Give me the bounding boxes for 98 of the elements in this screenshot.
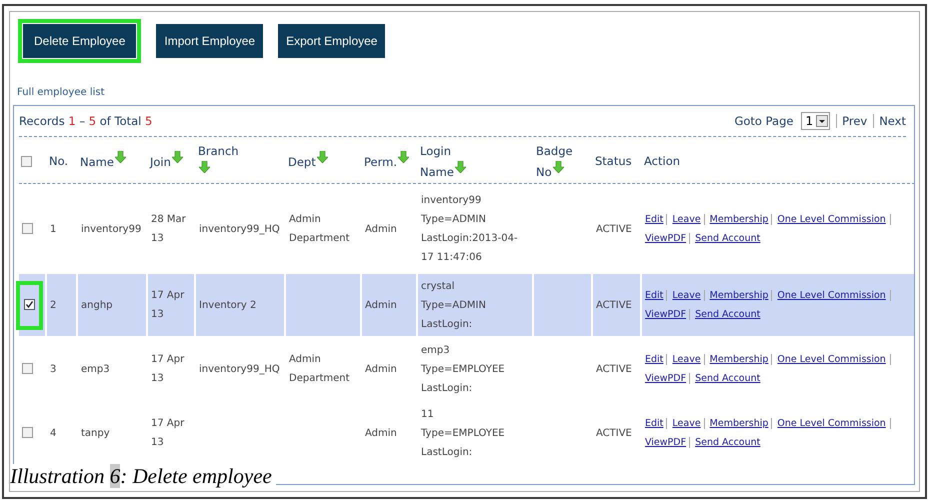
action-link[interactable]: Membership	[704, 290, 768, 301]
login-detail: LastLogin:2013-04-17 11:47:06	[421, 232, 519, 265]
table-cell-text: ACTIVE	[596, 362, 632, 376]
table-cell-text: ACTIVE	[596, 298, 632, 312]
action-link[interactable]: Edit	[645, 354, 664, 365]
toolbar-button[interactable]: Import Employee	[156, 24, 264, 58]
action-link[interactable]: Send Account	[689, 309, 760, 320]
table-row[interactable]: 1 inventory99 28 Mar 13 inventory99_HQ Admin Department Admin inventory99 Type=ADMIN LastLogin:2013-04-17 11:47:06 ACTIVE Edit Leave Membership One Level Commission ViewPDF Send Account	[19, 186, 914, 272]
sort-arrow-icon	[552, 160, 564, 172]
action-link[interactable]: One Level Commission	[771, 418, 886, 429]
records-summary: Records 1 – 5 of Total 5	[19, 114, 152, 128]
table-cell-text: Admin	[365, 298, 397, 312]
action-link[interactable]: One Level Commission	[771, 214, 886, 225]
table-cell-text: inventory99_HQ	[199, 362, 280, 376]
table-cell-text: 17 Apr 13	[151, 353, 186, 386]
table-cell-text: 4	[50, 426, 56, 440]
action-link[interactable]: ViewPDF	[645, 309, 686, 320]
sort-arrow-icon	[199, 160, 210, 172]
toolbar-button[interactable]: Delete Employee	[18, 19, 142, 63]
employee-list-link[interactable]: Full employee list	[17, 87, 105, 98]
column-header[interactable]: Login Name	[420, 140, 472, 182]
column-header[interactable]: Perm.	[364, 150, 409, 172]
sort-arrow-icon	[398, 150, 409, 162]
table-cell-text: Admin	[365, 426, 397, 440]
prev-link[interactable]: Prev	[836, 114, 868, 128]
column-header[interactable]: Badge No	[536, 140, 588, 182]
action-link[interactable]: Leave	[666, 214, 701, 225]
column-header[interactable]: Dept	[288, 150, 328, 172]
action-link[interactable]: ViewPDF	[645, 437, 686, 448]
dropdown-icon	[816, 115, 828, 127]
table-cell-text: Admin	[365, 362, 397, 376]
login-detail: inventory99	[421, 194, 482, 208]
table-row[interactable]: 4 tanpy 17 Apr 13 Admin 11 Type=EMPLOYEE LastLogin: ACTIVE Edit Leave Membership One Level Commission ViewPDF Send Account	[19, 402, 914, 464]
column-header[interactable]: Name	[80, 150, 126, 172]
table-cell-text: inventory99_HQ	[199, 222, 280, 236]
action-link[interactable]: Leave	[666, 290, 701, 301]
action-link[interactable]: ViewPDF	[645, 373, 686, 384]
row-checkbox[interactable]	[24, 299, 35, 310]
table-cell-text: emp3	[81, 362, 110, 376]
table-cell-text: 28 Mar 13	[151, 213, 187, 246]
action-link[interactable]: One Level Commission	[771, 354, 886, 365]
goto-page-label: Goto Page	[734, 114, 794, 128]
login-detail: Type=EMPLOYEE	[421, 426, 506, 440]
table-row[interactable]: 2 anghp 17 Apr 13 Inventory 2 Admin crystal Type=ADMIN LastLogin: ACTIVE Edit Leave Membership One Level Commission ViewPDF Send Account	[19, 274, 914, 336]
login-detail: 11	[421, 408, 435, 422]
login-detail: LastLogin:	[421, 382, 474, 396]
action-link[interactable]: Membership	[704, 418, 768, 429]
action-link[interactable]: ViewPDF	[645, 233, 686, 244]
action-link[interactable]: Leave	[666, 418, 701, 429]
page-select[interactable]: 1	[801, 112, 830, 130]
table-cell-text: ACTIVE	[596, 426, 632, 440]
sort-arrow-icon	[454, 160, 466, 172]
next-link[interactable]: Next	[873, 114, 906, 128]
login-detail: Type=ADMIN	[421, 213, 487, 227]
sort-arrow-icon	[316, 150, 328, 162]
table-cell-text: 2	[50, 298, 56, 312]
login-detail: LastLogin:	[421, 318, 474, 332]
login-detail: LastLogin:	[421, 446, 474, 460]
table-cell-text: 17 Apr 13	[151, 289, 186, 322]
login-detail: Type=ADMIN	[421, 298, 487, 312]
action-link[interactable]: Send Account	[689, 233, 760, 244]
table-cell-text: 17 Apr 13	[151, 417, 186, 450]
table-cell-text: 3	[50, 362, 56, 376]
action-link[interactable]: Edit	[645, 290, 664, 301]
action-link[interactable]: Edit	[645, 418, 664, 429]
table-cell-text: Admin	[365, 222, 397, 236]
table-cell-text: 1	[50, 222, 56, 236]
table-row[interactable]: 3 emp3 17 Apr 13 inventory99_HQ Admin Department Admin emp3 Type=EMPLOYEE LastLogin: ACTIVE Edit Leave Membership One Level Commission ViewPDF Send Account	[19, 338, 914, 400]
action-link[interactable]: Send Account	[689, 437, 760, 448]
column-header: Action	[644, 153, 680, 170]
table-cell-text: Admin Department	[289, 353, 351, 386]
sort-arrow-icon	[172, 150, 183, 162]
login-detail: Type=EMPLOYEE	[421, 362, 506, 376]
row-checkbox[interactable]	[22, 427, 33, 438]
login-detail: emp3	[421, 344, 451, 358]
select-all-checkbox[interactable]	[21, 156, 32, 168]
table-cell-text: Inventory 2	[199, 298, 256, 312]
action-link[interactable]: One Level Commission	[771, 290, 886, 301]
column-header[interactable]: Join	[150, 150, 183, 172]
action-link[interactable]: Leave	[666, 354, 701, 365]
column-header: No.	[49, 153, 68, 170]
column-header: Status	[595, 153, 632, 170]
action-link[interactable]: Membership	[704, 214, 768, 225]
table-cell-text: ACTIVE	[596, 222, 632, 236]
column-header[interactable]: Branch	[198, 140, 250, 182]
action-link[interactable]: Membership	[704, 354, 768, 365]
table-cell-text: tanpy	[81, 426, 110, 440]
figure-caption: Illustration 6: Delete employee	[10, 464, 276, 489]
table-cell-text: anghp	[81, 298, 112, 312]
sort-arrow-icon	[114, 150, 126, 162]
table-cell-text: inventory99	[81, 222, 142, 236]
table-cell-text: Admin Department	[289, 213, 351, 246]
row-checkbox[interactable]	[22, 363, 33, 374]
action-link[interactable]: Send Account	[689, 373, 760, 384]
action-link[interactable]: Edit	[645, 214, 664, 225]
toolbar-button[interactable]: Export Employee	[278, 24, 386, 58]
row-checkbox[interactable]	[22, 223, 33, 234]
login-detail: crystal	[421, 280, 456, 294]
